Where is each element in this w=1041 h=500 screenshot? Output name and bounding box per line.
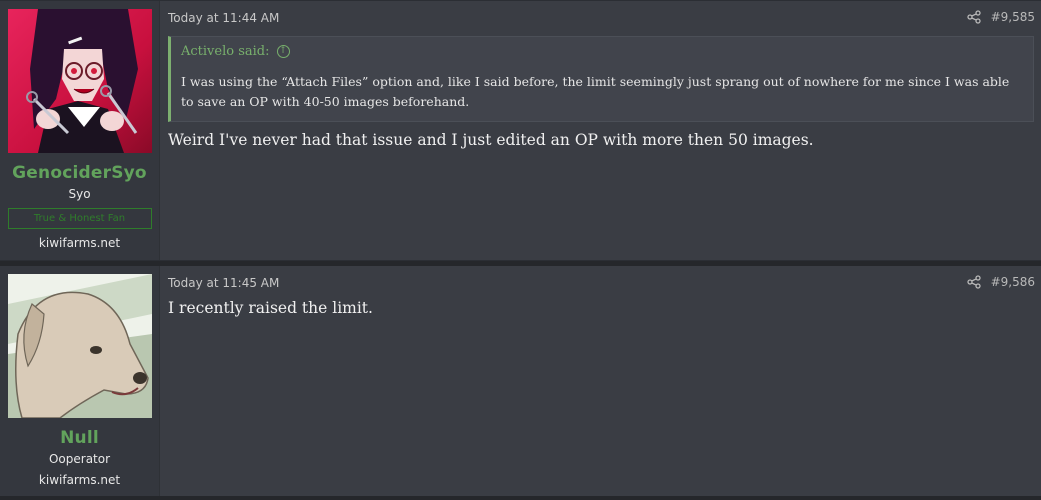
user-site: kiwifarms.net	[38, 236, 121, 250]
post-number[interactable]: #9,585	[991, 10, 1035, 24]
share-icon[interactable]	[966, 10, 981, 24]
quote-text: I was using the “Attach Files” option an…	[181, 74, 1010, 109]
post-separator	[0, 496, 1041, 500]
user-title: Ooperator	[48, 452, 111, 466]
post-actions: #9,585	[966, 10, 1035, 24]
user-banner: True & Honest Fan	[7, 208, 152, 229]
avatar[interactable]	[7, 274, 152, 418]
post-date[interactable]: Today at 11:44 AM	[168, 11, 279, 25]
post-date[interactable]: Today at 11:45 AM	[168, 276, 279, 290]
quote-header: Activelo said: ↑	[171, 37, 1033, 59]
username[interactable]: GenociderSyo	[12, 163, 147, 183]
user-site: kiwifarms.net	[38, 473, 121, 487]
post-main: Today at 11:44 AM #9,585 Activelo said: …	[160, 1, 1041, 260]
quote-author[interactable]: Activelo said:	[181, 44, 270, 59]
quote-block: Activelo said: ↑ I was using the “Attach…	[168, 36, 1034, 122]
post-9585: GenociderSyo Syo True & Honest Fan kiwif…	[0, 1, 1041, 260]
post-body: Weird I've never had that issue and I ju…	[168, 131, 814, 149]
post-body: I recently raised the limit.	[168, 299, 373, 317]
post-number[interactable]: #9,586	[991, 275, 1035, 289]
arrow-up-circle-icon[interactable]: ↑	[276, 45, 290, 58]
post-actions: #9,586	[966, 275, 1035, 289]
user-title: Syo	[68, 187, 91, 201]
username[interactable]: Null	[60, 428, 99, 448]
share-icon[interactable]	[966, 275, 981, 289]
user-cell: GenociderSyo Syo True & Honest Fan kiwif…	[0, 1, 160, 260]
user-cell: Null Ooperator kiwifarms.net	[0, 266, 160, 496]
avatar[interactable]	[7, 9, 152, 153]
post-9586: Null Ooperator kiwifarms.net Today at 11…	[0, 266, 1041, 496]
post-main: Today at 11:45 AM #9,586 I recently rais…	[160, 266, 1041, 496]
